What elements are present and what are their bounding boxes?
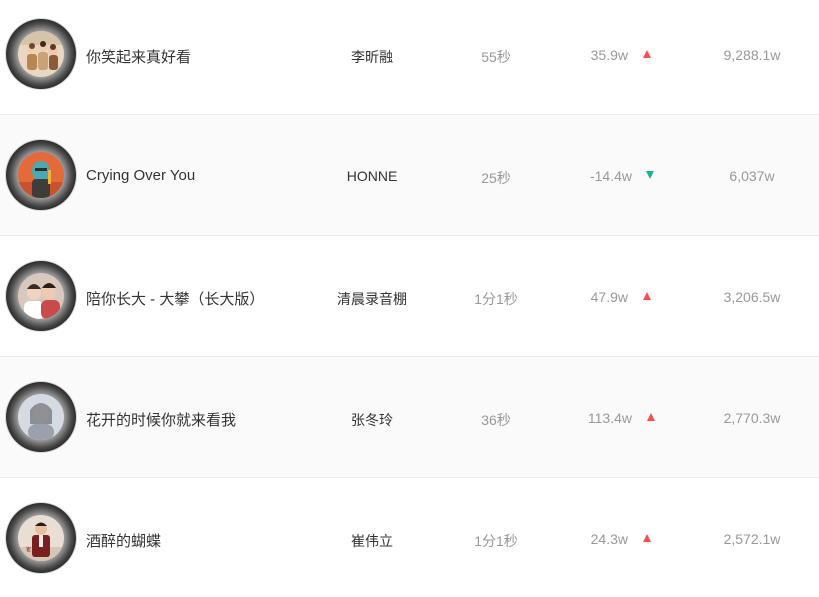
song-title[interactable]: 花开的时候你就来看我	[86, 409, 236, 430]
duration: 1分1秒	[474, 291, 518, 307]
duration: 1分1秒	[474, 533, 518, 549]
artist-name[interactable]: 清晨录音棚	[322, 289, 422, 309]
trend-down-icon	[646, 171, 654, 179]
artist-name[interactable]: 崔伟立	[322, 531, 422, 551]
album-art-image	[18, 273, 64, 319]
play-count: 3,206.5w	[723, 289, 781, 305]
artist-name[interactable]: 李昕融	[322, 47, 422, 67]
play-count: 9,288.1w	[723, 47, 781, 63]
trend-up-icon	[643, 50, 651, 58]
album-art-image: 崔	[18, 515, 64, 561]
svg-text:崔: 崔	[26, 546, 31, 553]
trend-up-icon	[647, 413, 655, 421]
trend-change: 24.3w	[590, 531, 628, 547]
song-row[interactable]: 花开的时候你就来看我 张冬玲 36秒 113.4w 2,770.3w	[0, 357, 819, 478]
album-art-image	[18, 394, 64, 440]
song-row[interactable]: Crying Over You HONNE 25秒 -14.4w 6,037w	[0, 115, 819, 236]
trend-change: 47.9w	[590, 289, 628, 305]
song-ranking-list: 你笑起来真好看 李昕融 55秒 35.9w 9,288.1w Crying Ov…	[0, 0, 819, 597]
album-cover[interactable]: 崔	[6, 503, 76, 573]
duration: 55秒	[481, 49, 511, 65]
artist-name[interactable]: 张冬玲	[322, 410, 422, 430]
play-count: 6,037w	[729, 168, 775, 184]
song-title[interactable]: 陪你长大 - 大攀（长大版）	[86, 288, 264, 309]
duration: 25秒	[481, 170, 511, 186]
trend-change: 35.9w	[590, 47, 628, 63]
song-row[interactable]: 你笑起来真好看 李昕融 55秒 35.9w 9,288.1w	[0, 0, 819, 115]
trend-change: 113.4w	[587, 410, 632, 426]
song-row[interactable]: 陪你长大 - 大攀（长大版） 清晨录音棚 1分1秒 47.9w 3,206.5w	[0, 236, 819, 357]
album-cover[interactable]	[6, 261, 76, 331]
song-title[interactable]: 酒醉的蝴蝶	[86, 530, 161, 551]
trend-up-icon	[643, 534, 651, 542]
play-count: 2,572.1w	[723, 531, 781, 547]
play-count: 2,770.3w	[723, 410, 781, 426]
song-title[interactable]: 你笑起来真好看	[86, 46, 191, 67]
trend-change: -14.4w	[589, 168, 632, 184]
album-art-image	[18, 31, 64, 77]
duration: 36秒	[481, 412, 511, 428]
album-cover[interactable]	[6, 382, 76, 452]
album-art-image	[18, 152, 64, 198]
artist-name[interactable]: HONNE	[322, 168, 422, 184]
album-cover[interactable]	[6, 19, 76, 89]
song-title[interactable]: Crying Over You	[86, 167, 195, 184]
album-cover[interactable]	[6, 140, 76, 210]
song-row[interactable]: 崔 酒醉的蝴蝶 崔伟立 1分1秒 24.3w 2,572.1w	[0, 478, 819, 597]
trend-up-icon	[643, 292, 651, 300]
